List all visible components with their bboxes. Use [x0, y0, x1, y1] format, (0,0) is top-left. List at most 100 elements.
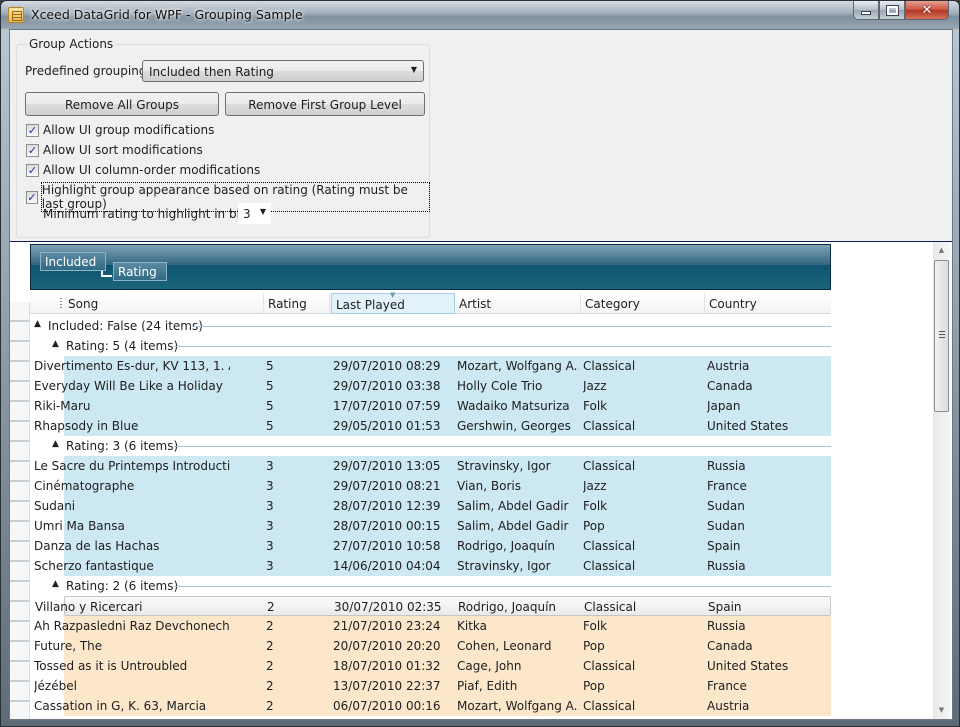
client-area: Group Actions Predefined grouping: Inclu…: [9, 29, 953, 720]
scroll-down-button[interactable]: ▼: [933, 702, 950, 719]
column-header-rating[interactable]: Rating: [264, 293, 330, 314]
cell-last-played: 29/07/2010 13:05: [333, 459, 441, 473]
cell-last-played: 30/07/2010 02:35: [334, 600, 442, 614]
min-rating-combo[interactable]: 3 ▼: [238, 203, 271, 224]
scroll-thumb[interactable]: [934, 260, 949, 412]
collapse-icon[interactable]: ▲: [52, 439, 59, 449]
table-row[interactable]: Danza de las Hachas 3 27/07/2010 10:58 Rodr…: [34, 536, 831, 556]
cell-last-played: 29/07/2010 08:21: [333, 479, 441, 493]
group-actions-legend: Group Actions: [27, 37, 116, 51]
table-row[interactable]: Scherzo fantastique 3 14/06/2010 04:04 Stra…: [34, 556, 831, 576]
column-header-last-played[interactable]: ▼ Last Played: [331, 291, 455, 314]
group-header-rating[interactable]: ▲ Rating: 2 (6 items): [30, 576, 831, 596]
table-row[interactable]: Future, The 2 20/07/2010 20:20 Cohen, Leona…: [34, 636, 831, 656]
cell-rating: 5: [266, 359, 274, 373]
cell-artist: Wadaiko Matsuriza: [457, 399, 570, 413]
cell-category: Classical: [583, 539, 636, 553]
table-row[interactable]: Ah Razpasledni Raz Devchonechka 2 21/07/20…: [34, 616, 831, 636]
table-row[interactable]: Jézébel 2 13/07/2010 22:37 Piaf, Edith Pop Fr…: [34, 676, 831, 696]
table-row[interactable]: Tossed as it is Untroubled 2 18/07/2010 01…: [34, 656, 831, 676]
cell-last-played: 13/07/2010 22:37: [333, 679, 441, 693]
column-header-label: Last Played: [336, 298, 405, 312]
data-grid: Included Rating Song Rating ▼ Last Playe…: [10, 241, 952, 719]
group-header-rating[interactable]: ▲ Rating: 5 (4 items): [30, 336, 831, 356]
column-header-category[interactable]: Category: [581, 293, 705, 314]
scroll-up-icon: ▲: [938, 246, 945, 254]
maximize-button[interactable]: [879, 1, 905, 20]
cell-rating: 3: [266, 519, 274, 533]
group-header-included[interactable]: ▲ Included: False (24 items): [30, 316, 831, 336]
table-row[interactable]: Umri Ma Bansa 3 28/07/2010 00:15 Salim, Abd…: [34, 516, 831, 536]
group-header-rating[interactable]: ▲ Rating: 3 (6 items): [30, 436, 831, 456]
predefined-grouping-label: Predefined grouping:: [25, 64, 151, 78]
close-button[interactable]: ✕: [905, 1, 949, 20]
table-row[interactable]: Sudani 3 28/07/2010 12:39 Salim, Abdel Gadi…: [34, 496, 831, 516]
table-row[interactable]: Everyday Will Be Like a Holiday 5 29/07/20…: [34, 376, 831, 396]
vertical-scrollbar[interactable]: ▲ ▼: [933, 242, 950, 719]
sort-descending-icon: ▼: [390, 291, 396, 299]
cell-category: Classical: [583, 559, 636, 573]
cell-artist: Mozart, Wolfgang A...: [457, 699, 579, 713]
cell-category: Classical: [583, 419, 636, 433]
cell-song: Jézébel: [34, 679, 77, 693]
checkbox-checked-icon[interactable]: ✓: [26, 143, 39, 157]
column-header-artist[interactable]: Artist: [455, 293, 581, 314]
allow-group-modifications-checkbox[interactable]: ✓ Allow UI group modifications: [26, 123, 214, 137]
cell-rating: 2: [266, 679, 274, 693]
column-header-country[interactable]: Country: [705, 293, 831, 314]
cell-rating: 2: [266, 639, 274, 653]
cell-song: Divertimento Es-dur, KV 113, 1. All...: [34, 359, 230, 373]
cell-country: France: [707, 479, 747, 493]
table-row[interactable]: Villano y Ricercari 2 30/07/2010 02:35 Rodr…: [35, 596, 831, 616]
group-level-rating[interactable]: Rating: [113, 262, 167, 281]
column-header-label: Song: [68, 297, 99, 311]
table-row[interactable]: Le Sacre du Printemps Introduction 3 29/07…: [34, 456, 831, 476]
cell-last-played: 27/07/2010 10:58: [333, 539, 441, 553]
cell-country: United States: [707, 659, 789, 673]
table-row[interactable]: Divertimento Es-dur, KV 113, 1. All... 5 2…: [34, 356, 831, 376]
cell-last-played: 29/07/2010 08:29: [333, 359, 441, 373]
scroll-up-button[interactable]: ▲: [933, 242, 950, 259]
checkbox-checked-icon[interactable]: ✓: [26, 163, 39, 177]
column-header-song[interactable]: Song: [64, 293, 264, 314]
cell-artist: Vian, Boris: [457, 479, 521, 493]
cell-category: Classical: [583, 459, 636, 473]
group-header-label: Rating: 5 (4 items): [66, 339, 179, 353]
collapse-icon[interactable]: ▲: [34, 319, 41, 329]
cell-category: Classical: [583, 659, 636, 673]
group-level-included[interactable]: Included: [40, 252, 106, 271]
column-header-label: Rating: [268, 297, 307, 311]
table-row[interactable]: Cassation in G, K. 63, Marcia 2 06/07/2010…: [34, 696, 831, 716]
cell-artist: Rodrigo, Joaquín: [457, 539, 556, 553]
close-icon: ✕: [921, 2, 933, 18]
table-row[interactable]: Rhapsody in Blue 5 29/05/2010 01:53 Gershwi…: [34, 416, 831, 436]
cell-country: Sudan: [707, 499, 745, 513]
column-drag-grip-icon[interactable]: [60, 298, 62, 310]
checkbox-checked-icon[interactable]: ✓: [26, 190, 38, 204]
cell-artist: Piaf, Edith: [457, 679, 518, 693]
minimize-button[interactable]: [853, 1, 879, 20]
remove-all-groups-button[interactable]: Remove All Groups: [25, 92, 219, 116]
predefined-grouping-combo[interactable]: Included then Rating ▼: [142, 60, 424, 82]
cell-last-played: 20/07/2010 20:20: [333, 639, 441, 653]
scroll-down-icon: ▼: [938, 706, 945, 714]
cell-category: Folk: [583, 399, 608, 413]
checkbox-checked-icon[interactable]: ✓: [26, 123, 39, 137]
cell-song: Le Sacre du Printemps Introduction: [34, 459, 230, 473]
row-selector-column[interactable]: [10, 302, 30, 719]
cell-country: Sudan: [707, 519, 745, 533]
checkbox-label: Allow UI group modifications: [43, 123, 215, 137]
cell-rating: 5: [266, 379, 274, 393]
cell-artist: Gershwin, Georges: [457, 419, 571, 433]
group-by-panel[interactable]: Included Rating: [30, 244, 831, 290]
table-row[interactable]: Riki-Maru 5 17/07/2010 07:59 Wadaiko Matsur…: [34, 396, 831, 416]
allow-column-order-modifications-checkbox[interactable]: ✓ Allow UI column-order modifications: [26, 163, 260, 177]
collapse-icon[interactable]: ▲: [52, 339, 59, 349]
collapse-icon[interactable]: ▲: [52, 579, 59, 589]
remove-first-group-level-button[interactable]: Remove First Group Level: [225, 92, 425, 116]
table-row[interactable]: Cinématographe 3 29/07/2010 08:21 Vian, Bor…: [34, 476, 831, 496]
cell-artist: Rodrigo, Joaquín: [458, 600, 557, 614]
cell-song: Ah Razpasledni Raz Devchonechka: [34, 619, 230, 633]
title-bar[interactable]: Xceed DataGrid for WPF - Grouping Sample…: [1, 1, 959, 29]
allow-sort-modifications-checkbox[interactable]: ✓ Allow UI sort modifications: [26, 143, 203, 157]
